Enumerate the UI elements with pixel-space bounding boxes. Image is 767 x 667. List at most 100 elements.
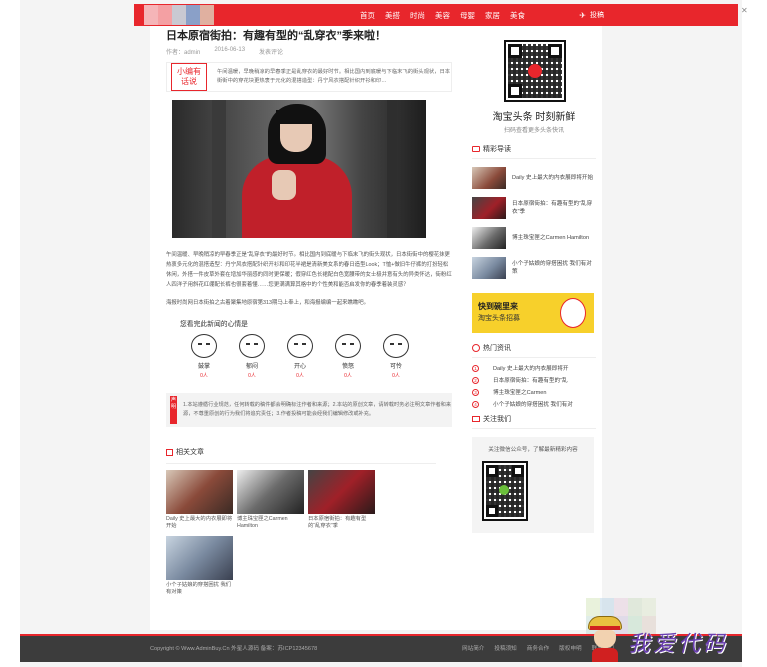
mood-label: 郁闷 <box>245 364 258 370</box>
wechat-qr-code <box>482 461 528 521</box>
editor-badge-line2: 话说 <box>181 77 197 86</box>
related-thumbnail[interactable] <box>237 470 304 514</box>
copyright-text: Copyright © Www.AdminBuy.Cn 外星人源码 备案：苏IC… <box>150 646 318 652</box>
nav-item-style[interactable]: 美搭 <box>385 10 400 21</box>
rank-number: 1 <box>472 364 479 372</box>
pick-item[interactable]: 小个子姑娘的穿搭困扰 我们有对策 <box>472 257 596 279</box>
tv-icon <box>472 416 480 422</box>
hot-news-item[interactable]: 1 Daily 史上最大的内衣展即将开 <box>472 364 596 372</box>
related-thumbnail[interactable] <box>166 470 233 514</box>
hot-news-item[interactable]: 4 小个子姑娘的穿搭困扰 我们有对 <box>472 400 596 408</box>
mood-label: 可怜 <box>389 364 402 370</box>
mood-applaud[interactable]: 鼓掌 0人 <box>186 334 222 379</box>
ad-headline: 快到碗里来 <box>478 302 518 311</box>
ad-subline: 淘宝头条招募 <box>478 315 520 322</box>
comment-link[interactable]: 发表评论 <box>259 47 283 56</box>
related-caption[interactable]: 博主珠宝匣之Carmen Hamilton <box>237 516 304 530</box>
pick-thumbnail[interactable] <box>472 227 506 249</box>
submit-article-link[interactable]: ✈ 投稿 <box>579 4 604 26</box>
pick-item[interactable]: 日本原宿街拍：有趣有型的“乱穿衣”季 <box>472 197 596 219</box>
mood-count: 0人 <box>200 373 208 379</box>
follow-heading: 关注我们 <box>472 414 596 429</box>
nav-item-fashion[interactable]: 时尚 <box>410 10 425 21</box>
mascot-icon <box>560 298 586 328</box>
nav-item-home[interactable]: 首页 <box>360 10 375 21</box>
hot-news-text[interactable]: 日本原宿街拍：有趣有型的“乱 <box>493 376 568 384</box>
submit-article-label: 投稿 <box>590 12 604 19</box>
article-date: 2016-06-13 <box>214 47 246 53</box>
nav-item-beauty[interactable]: 美容 <box>435 10 450 21</box>
pick-thumbnail[interactable] <box>472 167 506 189</box>
nav-item-food[interactable]: 美食 <box>510 10 525 21</box>
hot-news-list: 1 Daily 史上最大的内衣展即将开 2 日本原宿街拍：有趣有型的“乱 3 博… <box>472 364 596 408</box>
brand-subtitle: 扫码查看更多头条快讯 <box>503 128 564 134</box>
editor-intro: 小编有 话说 午间温暖，早晚稍凉的早春季正是乱穿衣的最好时节。相比国内到底暖与下… <box>166 62 452 92</box>
site-logo[interactable] <box>144 5 214 25</box>
sidebar: 淘宝头条 时刻新鲜 扫码查看更多头条快讯 精彩导读 Daily 史上最大的内衣展… <box>472 26 596 533</box>
article-meta: 作者：admin 2016-06-13 发表评论 <box>166 47 452 56</box>
article-paragraph: 午间温暖、早晚稍凉的早春季正是“乱穿衣”的最好时节。相比国内到底暖与下临末飞的街… <box>166 252 452 288</box>
related-article[interactable]: 博主珠宝匣之Carmen Hamilton <box>237 470 304 530</box>
notice-badge: 声明 <box>170 396 178 424</box>
pick-text[interactable]: 日本原宿街拍：有趣有型的“乱穿衣”季 <box>506 200 596 216</box>
close-icon[interactable]: ✕ <box>741 6 748 15</box>
mood-pitiful[interactable]: 可怜 0人 <box>378 334 414 379</box>
happy-face-icon <box>287 334 313 358</box>
watermark-mascot <box>586 612 624 662</box>
footer-link-submit[interactable]: 投稿须知 <box>494 644 516 652</box>
related-caption[interactable]: 小个子姑娘的穿搭困扰 我们有对策 <box>166 582 233 596</box>
hot-news-item[interactable]: 2 日本原宿街拍：有趣有型的“乱 <box>472 376 596 384</box>
picks-icon <box>472 146 480 152</box>
mood-angry[interactable]: 愤怒 0人 <box>330 334 366 379</box>
mood-happy[interactable]: 开心 0人 <box>282 334 318 379</box>
list-square-icon <box>166 448 173 456</box>
nav-item-home-decor[interactable]: 家居 <box>485 10 500 21</box>
related-article[interactable]: 小个子姑娘的穿搭困扰 我们有对策 <box>166 536 233 596</box>
pitiful-face-icon <box>383 334 409 358</box>
recruit-banner[interactable]: 快到碗里来 淘宝头条招募 <box>472 293 594 333</box>
follow-text: 关注微信公众号，了解最新精彩内容 <box>488 447 578 453</box>
related-thumbnail[interactable] <box>308 470 375 514</box>
rank-number: 4 <box>472 400 479 408</box>
pick-thumbnail[interactable] <box>472 197 506 219</box>
mood-depressed[interactable]: 郁闷 0人 <box>234 334 270 379</box>
related-caption[interactable]: 日本原宿街拍：有趣有型的“乱穿衣”季 <box>308 516 375 530</box>
related-article[interactable]: Daily 史上最大的内衣展即将开始 <box>166 470 233 530</box>
picks-title: 精彩导读 <box>483 146 511 153</box>
main-content: 日本原宿街拍：有趣有型的“乱穿衣”季来啦！ 作者：admin 2016-06-1… <box>150 26 602 630</box>
related-articles-title: 相关文章 <box>176 449 204 456</box>
footer-link-copyright[interactable]: 版权申明 <box>559 644 581 652</box>
related-articles: Daily 史上最大的内衣展即将开始 博主珠宝匣之Carmen Hamilton… <box>166 470 396 596</box>
mood-count: 0人 <box>248 373 256 379</box>
related-article[interactable]: 日本原宿街拍：有趣有型的“乱穿衣”季 <box>308 470 375 530</box>
footer-link-business[interactable]: 商务合作 <box>527 644 549 652</box>
qr-code <box>504 40 566 102</box>
pick-item[interactable]: Daily 史上最大的内衣展即将开始 <box>472 167 596 189</box>
article-paragraph: 海报时尚网日本街拍之古着聚集地原宿第313期马上奉上，和海报编编一起来瞧瞧吧。 <box>166 300 370 306</box>
rank-number: 2 <box>472 376 479 384</box>
hot-news-heading: 热门资讯 <box>472 343 596 358</box>
wechat-follow-box: 关注微信公众号，了解最新精彩内容 <box>472 437 594 533</box>
related-caption[interactable]: Daily 史上最大的内衣展即将开始 <box>166 516 233 530</box>
nav-item-baby[interactable]: 母婴 <box>460 10 475 21</box>
editor-badge: 小编有 话说 <box>171 63 207 91</box>
article-body: 午间温暖、早晚稍凉的早春季正是“乱穿衣”的最好时节。相比国内到底暖与下临末飞的街… <box>166 250 452 308</box>
copyright-notice: 声明 1.本站遵循行业规范，任何转载的稿件都会明确标注作者和来源；2.本站的原创… <box>166 393 452 427</box>
pick-thumbnail[interactable] <box>472 257 506 279</box>
flame-icon <box>472 344 480 352</box>
mood-label: 鼓掌 <box>197 364 210 370</box>
pick-item[interactable]: 博主珠宝匣之Carmen Hamilton <box>472 227 596 249</box>
pick-text[interactable]: 博主珠宝匣之Carmen Hamilton <box>506 234 589 242</box>
brand-slogan: 淘宝头条 时刻新鲜 <box>492 112 576 123</box>
hot-news-text[interactable]: Daily 史上最大的内衣展即将开 <box>493 364 569 372</box>
footer-link-about[interactable]: 网站简介 <box>462 644 484 652</box>
hot-news-text[interactable]: 小个子姑娘的穿搭困扰 我们有对 <box>493 400 573 408</box>
hot-news-item[interactable]: 3 博主珠宝匣之Carmen <box>472 388 596 396</box>
hot-news-text[interactable]: 博主珠宝匣之Carmen <box>493 388 546 396</box>
pick-text[interactable]: 小个子姑娘的穿搭困扰 我们有对策 <box>506 260 596 276</box>
article-photo <box>172 100 426 238</box>
related-thumbnail[interactable] <box>166 536 233 580</box>
main-nav: 首页 美搭 时尚 美容 母婴 家居 美食 <box>360 4 535 26</box>
mood-count: 0人 <box>296 373 304 379</box>
pick-text[interactable]: Daily 史上最大的内衣展即将开始 <box>506 174 593 182</box>
